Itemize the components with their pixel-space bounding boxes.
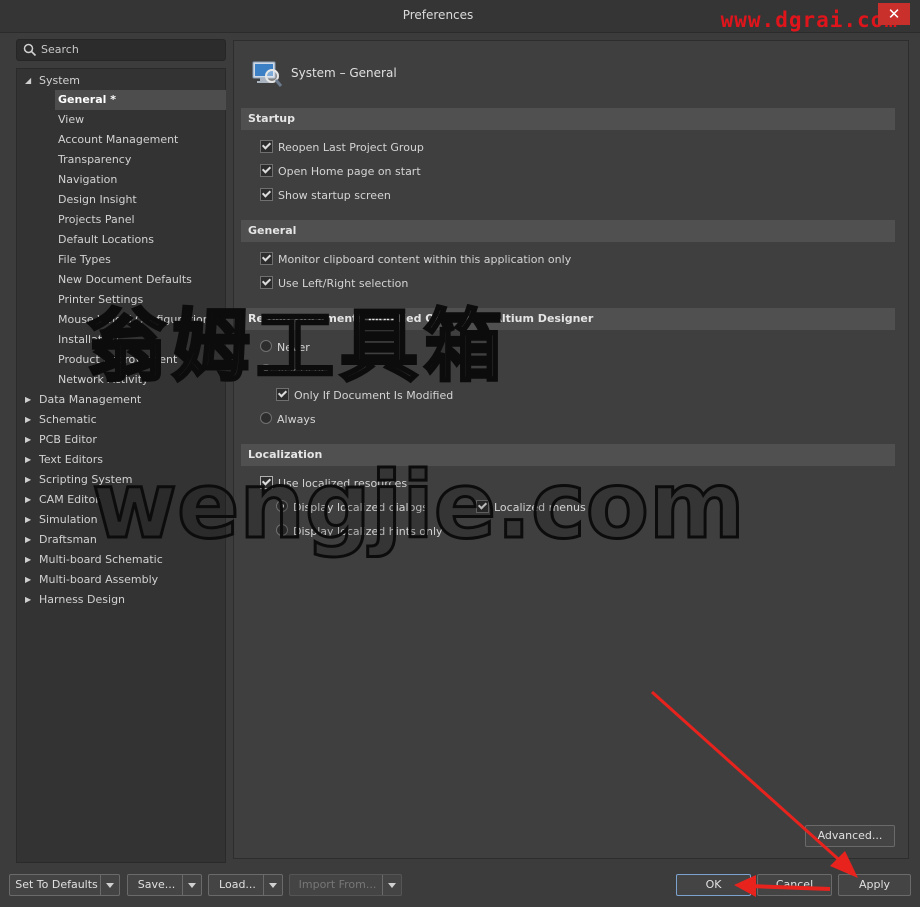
reopen-project-checkbox[interactable]: Reopen Last Project Group <box>260 139 424 157</box>
collapse-arrow-icon[interactable]: ◢ <box>25 71 31 91</box>
ok-button[interactable]: OK <box>676 874 751 896</box>
page-title: System – General <box>291 66 397 80</box>
import-from-button[interactable]: Import From... <box>289 874 402 896</box>
radio-icon[interactable] <box>260 412 272 424</box>
load-button[interactable]: Load... <box>208 874 283 896</box>
settings-panel: System – General Startup Reopen Last Pro… <box>233 40 909 859</box>
close-button[interactable]: ✕ <box>878 3 910 25</box>
expand-arrow-icon[interactable]: ▶ <box>25 490 31 510</box>
title-bar: Preferences www.dgrai.com ✕ <box>0 0 920 33</box>
tree-item-account-management[interactable]: Account Management <box>58 130 178 150</box>
tree-item-projects-panel[interactable]: Projects Panel <box>58 210 135 230</box>
search-icon <box>23 43 37 57</box>
monitor-clipboard-checkbox[interactable]: Monitor clipboard content within this ap… <box>260 251 571 269</box>
tree-item-file-types[interactable]: File Types <box>58 250 111 270</box>
tree-item-multi-board-assembly[interactable]: ▶ Multi-board Assembly <box>17 570 223 590</box>
tree-item-design-insight[interactable]: Design Insight <box>58 190 137 210</box>
expand-arrow-icon[interactable]: ▶ <box>25 390 31 410</box>
search-input[interactable]: Search <box>16 39 226 61</box>
set-to-defaults-button[interactable]: Set To Defaults <box>9 874 120 896</box>
dropdown-arrow-icon[interactable] <box>263 875 282 895</box>
cancel-button[interactable]: Cancel <box>757 874 832 896</box>
watermark-domain: wengjie.com <box>91 451 747 561</box>
tree-item-default-locations[interactable]: Default Locations <box>58 230 154 250</box>
checkbox-icon[interactable] <box>260 252 273 265</box>
watermark-chinese: 翁姆工具箱 <box>86 301 509 394</box>
expand-arrow-icon[interactable]: ▶ <box>25 410 31 430</box>
save-button[interactable]: Save... <box>127 874 202 896</box>
tree-item-view[interactable]: View <box>58 110 84 130</box>
checkbox-icon[interactable] <box>260 140 273 153</box>
expand-arrow-icon[interactable]: ▶ <box>25 590 31 610</box>
tree-item-navigation[interactable]: Navigation <box>58 170 117 190</box>
watermark-url: www.dgrai.com <box>720 8 898 32</box>
expand-arrow-icon[interactable]: ▶ <box>25 530 31 550</box>
dropdown-arrow-icon[interactable] <box>182 875 201 895</box>
tree-item-schematic[interactable]: ▶ Schematic <box>17 410 223 430</box>
dropdown-arrow-icon[interactable] <box>100 875 119 895</box>
open-home-page-checkbox[interactable]: Open Home page on start <box>260 163 421 181</box>
expand-arrow-icon[interactable]: ▶ <box>25 510 31 530</box>
section-general: General <box>241 220 895 242</box>
tree-item-general[interactable]: General * <box>55 90 226 110</box>
expand-arrow-icon[interactable]: ▶ <box>25 550 31 570</box>
expand-arrow-icon[interactable]: ▶ <box>25 570 31 590</box>
advanced-button[interactable]: Advanced... <box>805 825 895 847</box>
expand-arrow-icon[interactable]: ▶ <box>25 450 31 470</box>
expand-arrow-icon[interactable]: ▶ <box>25 470 31 490</box>
expand-arrow-icon[interactable]: ▶ <box>25 430 31 450</box>
reload-always-radio[interactable]: Always <box>260 411 316 429</box>
tree-item-pcb-editor[interactable]: ▶ PCB Editor <box>17 430 223 450</box>
tree-item-harness-design[interactable]: ▶ Harness Design <box>17 590 223 610</box>
system-general-icon <box>252 61 283 87</box>
checkbox-icon[interactable] <box>260 164 273 177</box>
section-startup: Startup <box>241 108 895 130</box>
checkbox-icon[interactable] <box>260 188 273 201</box>
show-startup-screen-checkbox[interactable]: Show startup screen <box>260 187 391 205</box>
tree-item-transparency[interactable]: Transparency <box>58 150 131 170</box>
apply-button[interactable]: Apply <box>838 874 911 896</box>
dropdown-arrow-icon[interactable] <box>382 875 401 895</box>
tree-item-system[interactable]: ◢ System <box>17 71 223 91</box>
search-placeholder: Search <box>41 43 79 56</box>
